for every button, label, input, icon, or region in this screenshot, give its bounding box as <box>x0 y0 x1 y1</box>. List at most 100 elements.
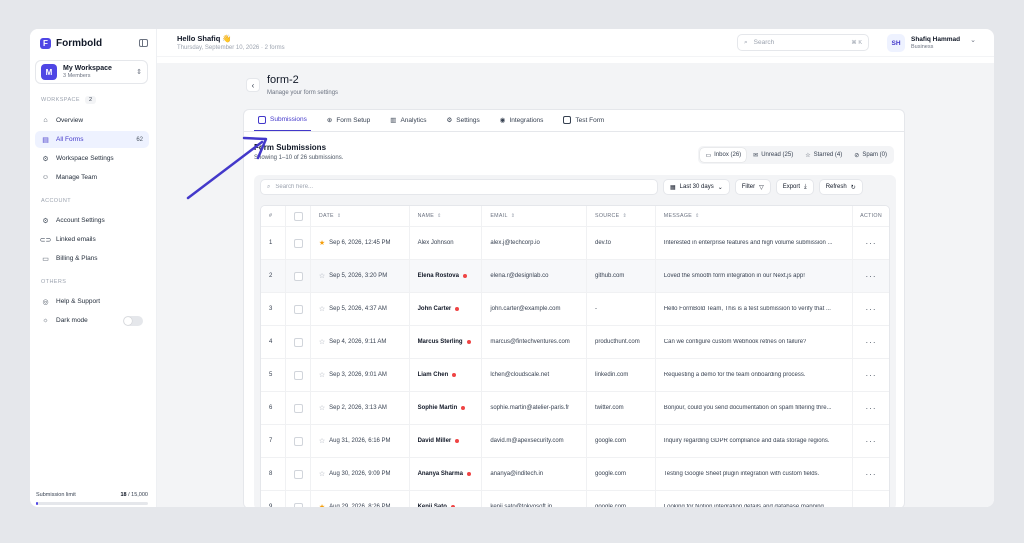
name-text: David Miller <box>417 438 452 444</box>
filter-inbox[interactable]: ▭ Inbox (26) <box>700 148 747 162</box>
tab-integrations[interactable]: ◉ Integrations <box>496 110 548 131</box>
row-index: 8 <box>261 458 286 490</box>
star-icon[interactable]: ☆ <box>319 404 325 412</box>
more-icon[interactable]: ··· <box>866 404 877 413</box>
filter-button[interactable]: Filter ▽ <box>734 179 771 195</box>
filter-unread[interactable]: ✉ Unread (25) <box>748 148 798 162</box>
tab-submissions[interactable]: Submissions <box>254 110 311 131</box>
col-message[interactable]: MESSAGE ⇕ <box>656 206 854 226</box>
table-row[interactable]: 1 ★ Sep 6, 2026, 12:45 PM Alex Johnson alex.… <box>261 227 889 260</box>
filter-spam[interactable]: ⊘ Spam (0) <box>849 148 892 162</box>
submissions-search-input[interactable] <box>275 184 636 190</box>
limit-used: 18 <box>120 492 127 498</box>
workspace-switcher[interactable]: M My Workspace 3 Members ⇕ <box>35 60 148 84</box>
sidebar-item-linked-emails[interactable]: ⊂⊃ Linked emails <box>35 231 149 248</box>
tab-analytics[interactable]: ▥ Analytics <box>386 110 430 131</box>
star-icon[interactable]: ☆ <box>319 371 325 379</box>
unread-dot <box>466 340 471 344</box>
more-icon[interactable]: ··· <box>866 272 877 281</box>
tab-settings[interactable]: ⚙ Settings <box>442 110 483 131</box>
row-checkbox[interactable] <box>293 337 303 347</box>
sidebar-item-account-settings[interactable]: ⚙ Account Settings <box>35 212 149 229</box>
table-row[interactable]: 6 ☆ Sep 2, 2026, 3:13 AM Sophie Martin sophi… <box>261 392 889 425</box>
table-body: 1 ★ Sep 6, 2026, 12:45 PM Alex Johnson alex.… <box>261 227 889 507</box>
row-date: ☆ Sep 5, 2026, 3:20 PM <box>311 260 410 292</box>
name-text: Sophie Martin <box>417 405 458 411</box>
sidebar-item-all-forms[interactable]: ▤ All Forms 62 <box>35 131 149 148</box>
sidebar-item-billing[interactable]: ▭ Billing & Plans <box>35 250 149 267</box>
tab-label: Submissions <box>270 116 307 123</box>
row-checkbox[interactable] <box>293 436 303 446</box>
row-checkbox[interactable] <box>293 304 303 314</box>
row-checkbox[interactable] <box>293 502 303 507</box>
dark-mode-toggle[interactable] <box>123 315 143 326</box>
sidebar-item-manage-team[interactable]: ☺ Manage Team <box>35 169 149 186</box>
export-button[interactable]: Export ⤓ <box>775 179 814 195</box>
row-message: Hello FormBold Team, This is a test subm… <box>656 293 854 325</box>
col-source[interactable]: SOURCE ⇕ <box>587 206 656 226</box>
table-row[interactable]: 2 ☆ Sep 5, 2026, 3:20 PM Elena Rostova elena… <box>261 260 889 293</box>
back-button[interactable]: ‹ <box>246 78 260 92</box>
more-icon[interactable]: ··· <box>866 305 877 314</box>
row-source: google.com <box>587 425 656 457</box>
date-range-select[interactable]: ▦ Last 30 days ⌄ <box>663 179 730 195</box>
star-icon[interactable]: ☆ <box>319 272 325 280</box>
select-all-checkbox[interactable] <box>293 211 303 221</box>
name-text: Ananya Sharma <box>417 471 463 477</box>
row-message: Interested in enterprise features and hi… <box>656 227 854 259</box>
limit-progress-fill <box>36 502 39 505</box>
star-icon[interactable]: ☆ <box>319 305 325 313</box>
others-section-label: OTHERS <box>41 279 67 285</box>
brand-logo[interactable]: F Formbold <box>40 37 102 49</box>
row-email: john.carter@example.com <box>482 293 587 325</box>
card-icon: ▭ <box>42 255 49 263</box>
name-text: Elena Rostova <box>417 273 459 279</box>
row-checkbox[interactable] <box>293 238 303 248</box>
limit-total: / 15,000 <box>128 492 148 498</box>
sidebar-item-workspace-settings[interactable]: ⚙ Workspace Settings <box>35 150 149 167</box>
sidebar-item-help[interactable]: ◎ Help & Support <box>35 293 149 310</box>
filter-label: Inbox (26) <box>714 152 742 158</box>
star-icon[interactable]: ☆ <box>319 470 325 478</box>
row-checkbox[interactable] <box>293 403 303 413</box>
globe-icon: ⊕ <box>326 117 333 124</box>
col-email[interactable]: EMAIL ⇕ <box>482 206 587 226</box>
more-icon[interactable]: ··· <box>866 470 877 479</box>
row-checkbox[interactable] <box>293 271 303 281</box>
sort-icon: ⇕ <box>622 213 627 219</box>
star-icon[interactable]: ☆ <box>319 338 325 346</box>
col-label: NAME <box>417 213 435 219</box>
row-checkbox[interactable] <box>293 370 303 380</box>
table-row[interactable]: 3 ☆ Sep 5, 2026, 4:37 AM John Carter john.ca… <box>261 293 889 326</box>
col-date[interactable]: DATE ⇕ <box>311 206 410 226</box>
more-icon[interactable]: ··· <box>866 371 877 380</box>
row-select <box>286 425 311 457</box>
more-icon[interactable]: ··· <box>866 239 877 248</box>
workspace-count-badge: 2 <box>84 96 97 104</box>
date-text: Sep 4, 2026, 9:11 AM <box>329 339 387 345</box>
tab-test-form[interactable]: Test Form <box>559 110 608 131</box>
filter-starred[interactable]: ☆ Starred (4) <box>800 148 847 162</box>
more-icon[interactable]: ··· <box>866 503 877 508</box>
table-row[interactable]: 9 ★ Aug 29, 2026, 8:26 PM Kenji Sato kenji.s… <box>261 491 889 507</box>
star-icon[interactable]: ★ <box>319 239 325 247</box>
row-checkbox[interactable] <box>293 469 303 479</box>
row-source: google.com <box>587 491 656 507</box>
global-search[interactable]: ⌕ Search ⌘ K <box>737 34 869 51</box>
table-row[interactable]: 4 ☆ Sep 4, 2026, 9:11 AM Marcus Sterling mar… <box>261 326 889 359</box>
sidebar-item-overview[interactable]: ⌂ Overview <box>35 112 149 129</box>
limit-label: Submission limit <box>36 492 76 498</box>
more-icon[interactable]: ··· <box>866 338 877 347</box>
table-row[interactable]: 5 ☆ Sep 3, 2026, 9:01 AM Liam Chen lchen@clo… <box>261 359 889 392</box>
table-row[interactable]: 7 ☆ Aug 31, 2026, 6:16 PM David Miller david… <box>261 425 889 458</box>
star-icon[interactable]: ★ <box>319 503 325 507</box>
submissions-search[interactable]: ⌕ <box>260 179 658 195</box>
collapse-sidebar-icon[interactable] <box>139 39 148 47</box>
more-icon[interactable]: ··· <box>866 437 877 446</box>
table-row[interactable]: 8 ☆ Aug 30, 2026, 9:09 PM Ananya Sharma anan… <box>261 458 889 491</box>
tab-form-setup[interactable]: ⊕ Form Setup <box>323 110 374 131</box>
user-menu[interactable]: SH Shafiq Hammad Business ⌄ <box>887 34 976 52</box>
star-icon[interactable]: ☆ <box>319 437 325 445</box>
refresh-button[interactable]: Refresh ↻ <box>818 179 863 195</box>
col-name[interactable]: NAME ⇕ <box>410 206 483 226</box>
